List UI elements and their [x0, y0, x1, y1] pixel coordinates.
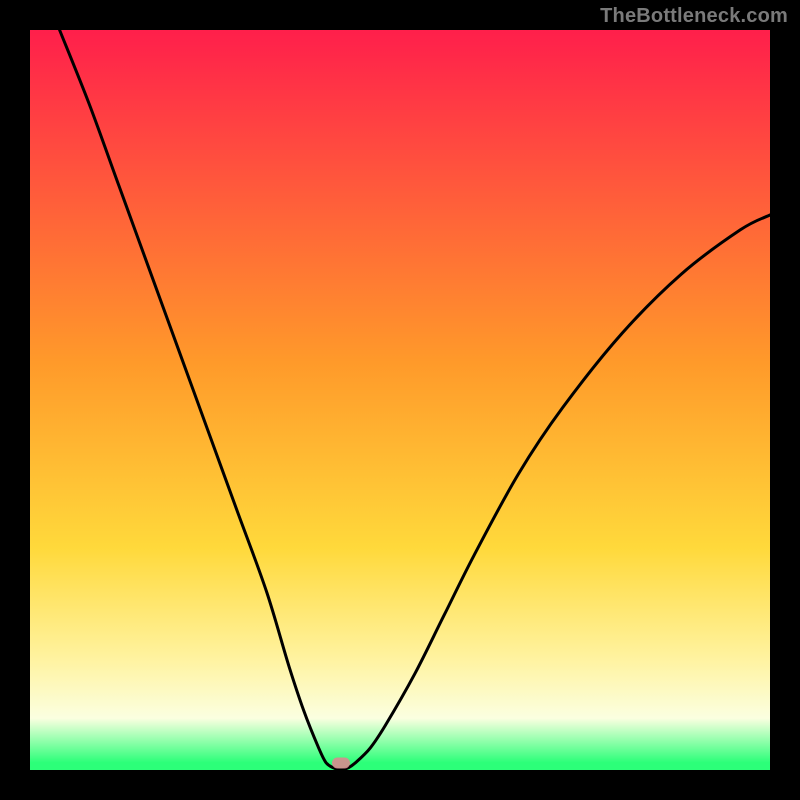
optimal-point-marker — [332, 757, 350, 768]
bottleneck-curve — [30, 30, 770, 770]
watermark-text: TheBottleneck.com — [600, 6, 788, 26]
chart-frame: TheBottleneck.com — [0, 0, 800, 800]
